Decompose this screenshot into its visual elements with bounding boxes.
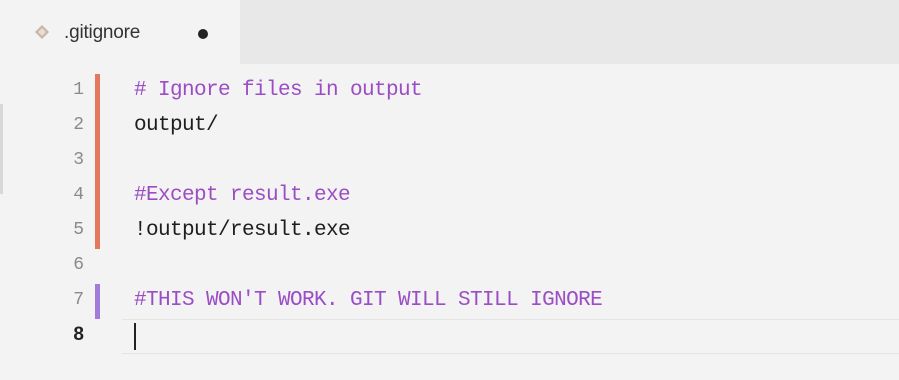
- line-number: 7: [73, 290, 84, 310]
- git-modified-marker[interactable]: [95, 74, 100, 109]
- git-modified-marker[interactable]: [95, 179, 100, 214]
- code-text: #Except result.exe: [134, 184, 351, 207]
- line-number: 8: [73, 324, 84, 345]
- code-line[interactable]: 4 #Except result.exe: [22, 179, 899, 214]
- code-line[interactable]: 1 # Ignore files in output: [22, 74, 899, 109]
- git-modified-marker[interactable]: [95, 214, 100, 249]
- code-line[interactable]: 6: [22, 249, 899, 284]
- code-line[interactable]: 7 #THIS WON'T WORK. GIT WILL STILL IGNOR…: [22, 284, 899, 319]
- code-text: output/: [134, 114, 219, 137]
- code-editor[interactable]: 1 # Ignore files in output 2 output/ 3 4…: [22, 64, 899, 380]
- tab-strip: .gitignore: [22, 0, 899, 64]
- code-line[interactable]: 2 output/: [22, 109, 899, 144]
- code-text: #THIS WON'T WORK. GIT WILL STILL IGNORE: [134, 289, 603, 312]
- git-modified-marker[interactable]: [95, 144, 100, 179]
- line-number: 1: [73, 80, 84, 100]
- tab-title: .gitignore: [64, 22, 141, 43]
- line-number: 6: [73, 255, 84, 275]
- code-line[interactable]: 5 !output/result.exe: [22, 214, 899, 249]
- code-text: !output/result.exe: [134, 219, 351, 242]
- unsaved-changes-dot-icon[interactable]: [198, 29, 208, 39]
- code-line[interactable]: 3: [22, 144, 899, 179]
- tab-gitignore[interactable]: .gitignore: [22, 0, 240, 64]
- text-cursor: [134, 323, 136, 350]
- editor-window: .gitignore 1 # Ignore files in output 2 …: [0, 0, 899, 380]
- diamond-file-icon: [35, 25, 49, 39]
- line-number: 2: [73, 115, 84, 135]
- code-text: # Ignore files in output: [134, 79, 423, 102]
- line-number: 3: [73, 150, 84, 170]
- line-number: 5: [73, 220, 84, 240]
- activity-edge: [0, 104, 3, 194]
- code-line-active[interactable]: 8: [22, 319, 899, 354]
- line-number: 4: [73, 185, 84, 205]
- git-added-marker[interactable]: [95, 284, 100, 319]
- git-modified-marker[interactable]: [95, 109, 100, 144]
- current-line-highlight: [122, 319, 899, 354]
